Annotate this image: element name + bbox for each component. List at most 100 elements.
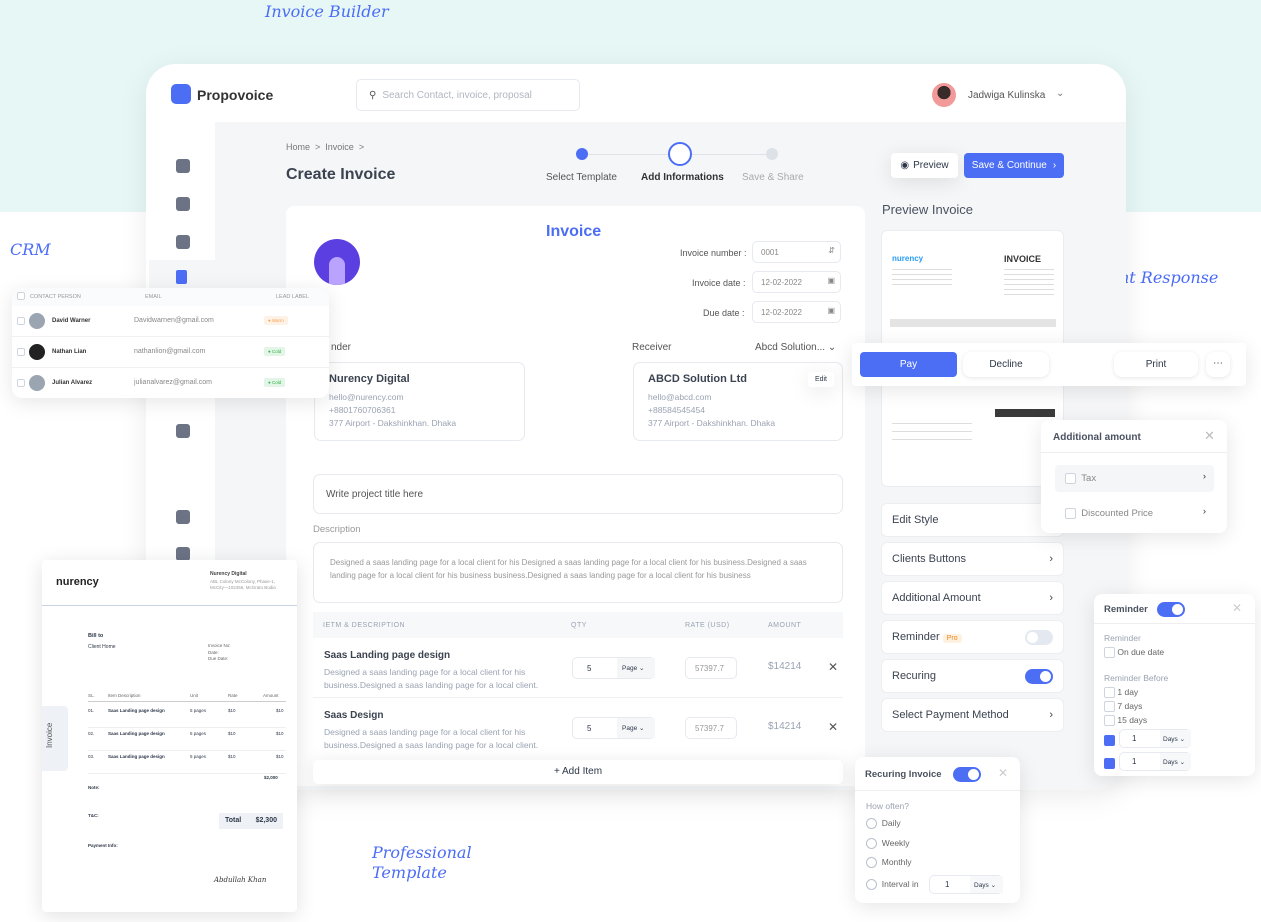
pro-badge: Pro xyxy=(942,634,962,643)
annotation-crm: CRM xyxy=(10,240,51,259)
setting-recurring[interactable]: Recuring xyxy=(881,659,1064,693)
recurring-panel: Recuring Invoice ✕ How often? Daily Week… xyxy=(855,757,1020,903)
setting-payment-method[interactable]: Select Payment Method › xyxy=(881,698,1064,732)
reminder-panel-toggle[interactable] xyxy=(1157,602,1185,617)
company-logo[interactable] xyxy=(314,239,360,285)
option-15-days[interactable]: 15 days xyxy=(1104,715,1147,727)
step-dot-current[interactable] xyxy=(668,142,692,166)
option-1-day[interactable]: 1 day xyxy=(1104,687,1138,699)
option-interval[interactable]: Interval in xyxy=(866,879,919,891)
tax-checkbox[interactable] xyxy=(1065,473,1076,484)
custom-reminder-input[interactable]: 1 Days ⌄ xyxy=(1119,752,1191,771)
row-checkbox[interactable] xyxy=(17,348,25,356)
qty-stepper[interactable]: 5 Page ⌄ xyxy=(572,657,655,679)
project-title-input[interactable]: Write project title here xyxy=(313,474,843,514)
description-label: Description xyxy=(313,524,361,535)
pay-button[interactable]: Pay xyxy=(860,352,957,377)
preview-button[interactable]: ◉ Preview xyxy=(891,153,958,178)
receiver-email: hello@abcd.com xyxy=(648,392,712,402)
lead-badge: ● Cold xyxy=(264,378,286,387)
decline-button[interactable]: Decline xyxy=(963,352,1049,377)
unit-select[interactable]: Page ⌄ xyxy=(617,718,655,738)
user-name[interactable]: Jadwiga Kulinska xyxy=(968,90,1045,101)
description-textarea[interactable]: Designed a saas landing page for a local… xyxy=(313,542,843,603)
rate-input[interactable]: 57397.7 xyxy=(685,657,737,679)
plus-icon: + xyxy=(553,766,560,777)
remove-item-icon[interactable]: ✕ xyxy=(828,720,838,734)
more-icon[interactable]: ⋯ xyxy=(1206,352,1230,377)
crm-header: CONTACT PERSON EMAIL LEAD LABEL xyxy=(12,288,329,306)
stepper-icon[interactable]: ⇵ xyxy=(828,246,835,255)
receiver-card[interactable]: ABCD Solution Ltd hello@abcd.com +885845… xyxy=(633,362,843,441)
option-7-days[interactable]: 7 days xyxy=(1104,701,1142,713)
sidebar-dashboard-icon[interactable] xyxy=(176,159,190,173)
invoice-date-input[interactable]: 12-02-2022 ▣ xyxy=(752,271,841,293)
due-date-input[interactable]: 12-02-2022 ▣ xyxy=(752,301,841,323)
custom-reminder-checkbox[interactable] xyxy=(1104,758,1115,769)
crm-row[interactable]: Nathan Lian nathanlion@gmail.com ● Cold xyxy=(12,337,329,368)
sidebar-user-icon[interactable] xyxy=(176,547,190,561)
interval-input[interactable]: 1 Days ⌄ xyxy=(929,875,1003,894)
receiver-select[interactable]: Abcd Solution... ⌄ xyxy=(755,342,836,353)
discount-checkbox[interactable] xyxy=(1065,508,1076,519)
reminder-toggle[interactable] xyxy=(1025,629,1053,645)
invoice-number-input[interactable]: 0001 ⇵ xyxy=(752,241,841,263)
close-icon[interactable]: ✕ xyxy=(998,766,1008,780)
sidebar-contacts-icon[interactable] xyxy=(176,197,190,211)
chevron-right-icon: › xyxy=(1049,553,1053,565)
print-button[interactable]: Print xyxy=(1114,352,1198,377)
sidebar-crown-icon[interactable] xyxy=(176,424,190,438)
calendar-icon[interactable]: ▣ xyxy=(827,276,835,285)
search-input[interactable]: ⚲ Search Contact, invoice, proposal xyxy=(356,79,580,111)
remove-item-icon[interactable]: ✕ xyxy=(828,660,838,674)
chevron-right-icon: › xyxy=(1049,592,1053,604)
on-due-option[interactable]: On due date xyxy=(1104,647,1164,659)
setting-reminder[interactable]: Reminder Pro xyxy=(881,620,1064,654)
annotation-invoice-builder: Invoice Builder xyxy=(265,2,389,21)
step-label: Add Informations xyxy=(641,172,724,183)
save-continue-button[interactable]: Save & Continue › xyxy=(964,153,1064,178)
row-checkbox[interactable] xyxy=(17,379,25,387)
recurring-panel-toggle[interactable] xyxy=(953,767,981,782)
breadcrumb-home[interactable]: Home xyxy=(286,142,310,152)
panel-title: Additional amount xyxy=(1053,432,1141,443)
sender-card[interactable]: Nurency Digital hello@nurency.com +88017… xyxy=(314,362,525,441)
crm-row[interactable]: David Warner Davidwarnen@gmail.com ● War… xyxy=(12,306,329,337)
chevron-down-icon[interactable]: ⌄ xyxy=(1056,88,1064,99)
template-row: 02. Saas Landing page design 5 pages $10 $10 xyxy=(88,728,286,751)
option-tax[interactable]: Tax › xyxy=(1055,465,1214,492)
rate-input[interactable]: 57397.7 xyxy=(685,717,737,739)
unit-select[interactable]: Page ⌄ xyxy=(617,658,655,678)
crm-row[interactable]: Julian Alvarez julianalvarez@gmail.com ●… xyxy=(12,368,329,399)
close-icon[interactable]: ✕ xyxy=(1232,601,1242,615)
avatar[interactable] xyxy=(932,83,956,107)
page-title: Create Invoice xyxy=(286,166,396,183)
unit-select[interactable]: Days ⌄ xyxy=(970,876,1003,893)
unit-select[interactable]: Days ⌄ xyxy=(1160,730,1191,747)
recurring-toggle[interactable] xyxy=(1025,668,1053,684)
setting-clients-buttons[interactable]: Clients Buttons › xyxy=(881,542,1064,576)
breadcrumb-invoice[interactable]: Invoice xyxy=(325,142,354,152)
qty-stepper[interactable]: 5 Page ⌄ xyxy=(572,717,655,739)
invoice-side-tab[interactable]: Invoice xyxy=(42,706,68,771)
close-icon[interactable]: ✕ xyxy=(1204,428,1215,444)
option-discount[interactable]: Discounted Price › xyxy=(1055,500,1214,527)
custom-reminder-input[interactable]: 1 Days ⌄ xyxy=(1119,729,1191,748)
custom-reminder-checkbox[interactable] xyxy=(1104,735,1115,746)
edit-receiver-button[interactable]: Edit xyxy=(807,372,834,387)
option-weekly[interactable]: Weekly xyxy=(866,838,909,850)
unit-select[interactable]: Days ⌄ xyxy=(1160,753,1191,770)
option-monthly[interactable]: Monthly xyxy=(866,857,912,869)
option-daily[interactable]: Daily xyxy=(866,818,901,830)
eye-icon: ◉ xyxy=(900,160,910,171)
sidebar-layers-icon[interactable] xyxy=(176,510,190,524)
add-item-button[interactable]: + Add Item xyxy=(313,760,843,784)
step-dot-todo[interactable] xyxy=(766,148,778,160)
step-dot-done[interactable] xyxy=(576,148,588,160)
calendar-icon[interactable]: ▣ xyxy=(827,306,835,315)
sender-name: Nurency Digital xyxy=(329,373,410,385)
row-checkbox[interactable] xyxy=(17,317,25,325)
setting-additional-amount[interactable]: Additional Amount › xyxy=(881,581,1064,615)
setting-edit-style[interactable]: Edit Style xyxy=(881,503,1064,537)
sidebar-clients-icon[interactable] xyxy=(176,235,190,249)
